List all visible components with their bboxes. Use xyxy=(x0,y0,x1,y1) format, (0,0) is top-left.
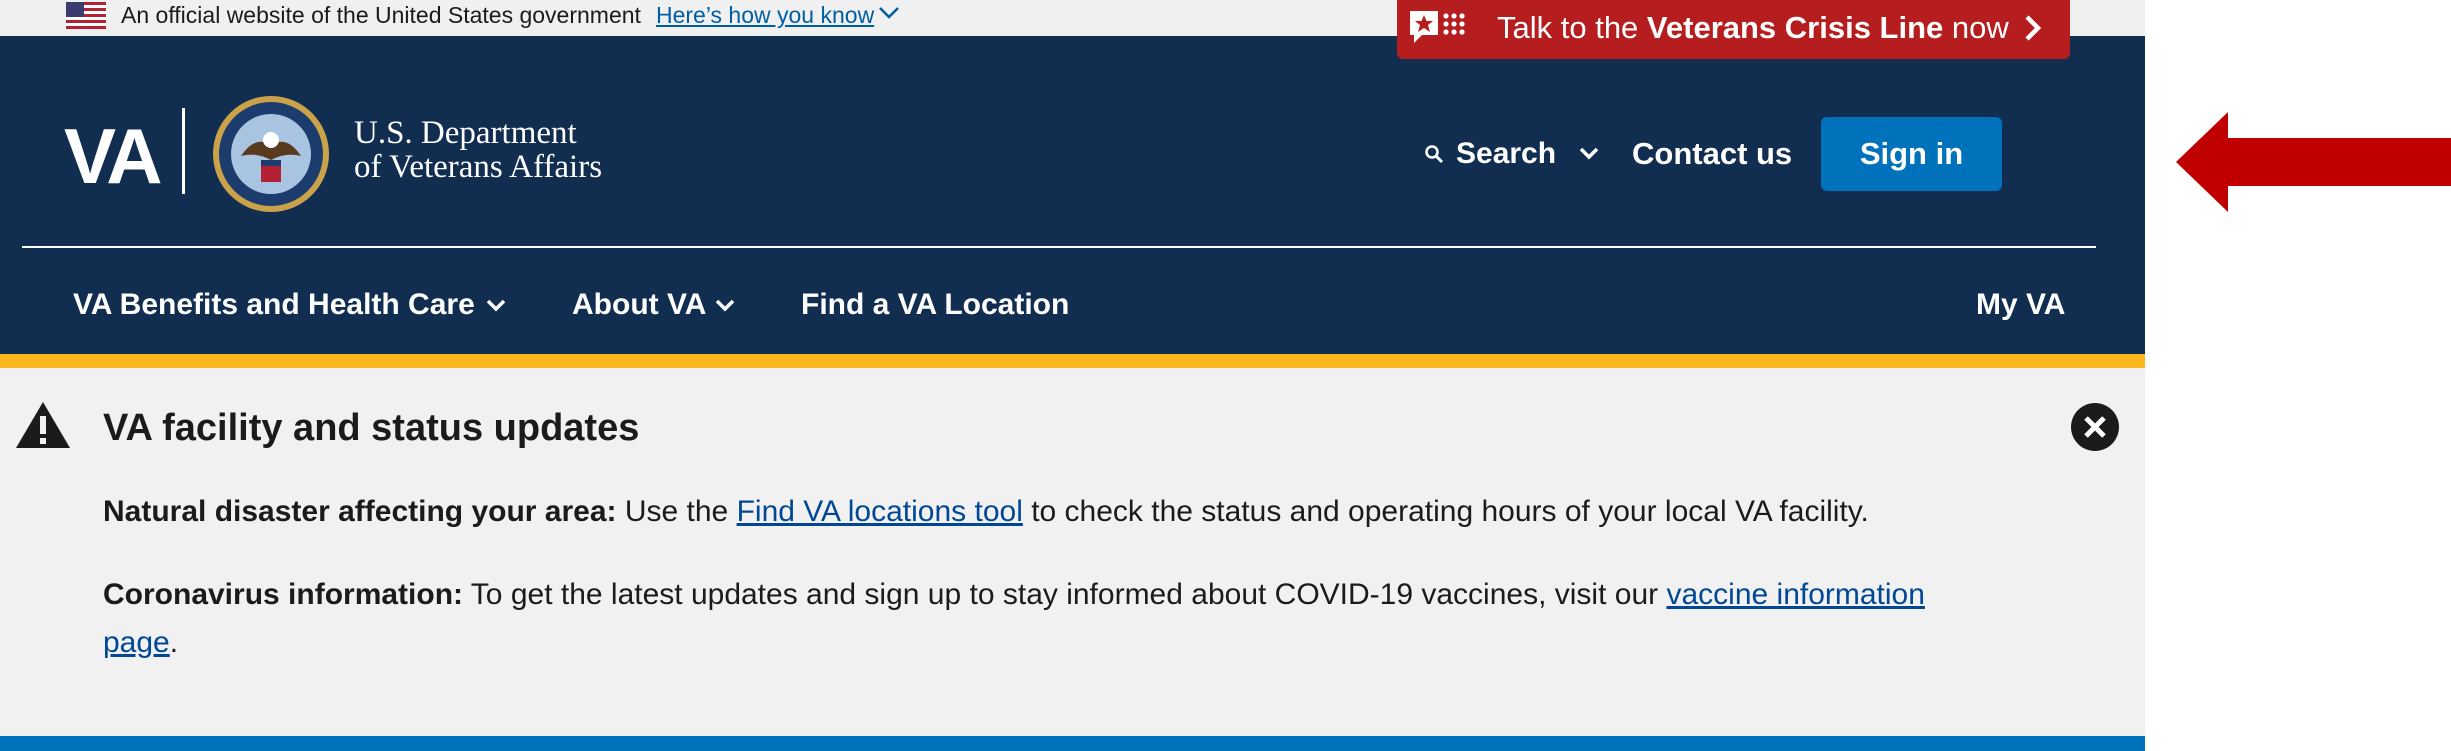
va-wordmark: VA xyxy=(64,112,163,200)
chevron-down-icon[interactable] xyxy=(1578,146,1600,162)
department-line-2: of Veterans Affairs xyxy=(354,149,603,185)
search-icon xyxy=(1425,145,1444,164)
close-icon[interactable] xyxy=(2070,402,2120,452)
header-gold-stripe xyxy=(0,354,2145,368)
crisis-line-text: Talk to the Veterans Crisis Line now xyxy=(1497,10,2009,46)
status-alert: VA facility and status updates Natural d… xyxy=(0,368,2145,736)
crisis-line-prefix: Talk to the xyxy=(1497,10,1647,45)
department-line-1: U.S. Department xyxy=(354,115,577,151)
va-logo[interactable]: VA U.S. Department of Veterans Affairs xyxy=(64,94,608,246)
find-va-locations-link[interactable]: Find VA locations tool xyxy=(737,495,1023,528)
chevron-down-icon[interactable] xyxy=(878,5,900,21)
department-name: U.S. Department of Veterans Affairs xyxy=(354,116,602,184)
bottom-blue-stripe xyxy=(0,736,2145,751)
nav-my-va[interactable]: My VA xyxy=(1976,285,2065,325)
logo-divider xyxy=(182,108,185,194)
chevron-down-icon xyxy=(715,299,735,312)
nav-item-label: Find a VA Location xyxy=(801,288,1070,321)
nav-item-label: My VA xyxy=(1976,288,2066,321)
search-button[interactable]: Search xyxy=(1424,134,1556,174)
sign-in-button[interactable]: Sign in xyxy=(1821,117,2002,191)
alert-disaster-text-post: to check the status and operating hours … xyxy=(1022,495,1869,528)
chevron-down-icon xyxy=(486,299,506,312)
site-header: VA U.S. Department of Veterans Affairs S… xyxy=(0,36,2145,354)
gov-banner-text: An official website of the United States… xyxy=(121,2,641,28)
alert-title: VA facility and status updates xyxy=(103,407,640,449)
nav-item-label: About VA xyxy=(572,288,707,321)
annotation-arrow-icon xyxy=(2176,112,2451,212)
warning-icon xyxy=(16,402,70,448)
alert-coronavirus-heading: Coronavirus information: xyxy=(103,578,464,611)
alert-coronavirus-text-pre: To get the latest updates and sign up to… xyxy=(463,578,1667,611)
nav-find-va-location[interactable]: Find a VA Location xyxy=(801,285,1069,325)
nav-about-va[interactable]: About VA xyxy=(572,285,740,325)
chevron-right-icon xyxy=(2025,15,2042,41)
page: An official website of the United States… xyxy=(0,0,2451,751)
va-seal-icon xyxy=(213,96,329,212)
nav-item-label: VA Benefits and Health Care xyxy=(73,288,475,321)
nav-benefits-health-care[interactable]: VA Benefits and Health Care xyxy=(73,285,509,325)
crisis-line-bold: Veterans Crisis Line xyxy=(1646,10,1944,45)
veterans-crisis-line-button[interactable]: Talk to the Veterans Crisis Line now xyxy=(1397,0,2070,59)
alert-disaster-heading: Natural disaster affecting your area: xyxy=(103,495,617,528)
header-divider xyxy=(22,246,2096,248)
contact-us-link[interactable]: Contact us xyxy=(1632,134,1792,174)
crisis-line-suffix: now xyxy=(1943,10,2009,45)
us-flag-icon xyxy=(66,2,106,29)
alert-paragraph-coronavirus: Coronavirus information: To get the late… xyxy=(103,571,1963,667)
heres-how-you-know-link[interactable]: Here’s how you know xyxy=(656,2,874,28)
alert-disaster-text-pre: Use the xyxy=(616,495,737,528)
crisis-line-icon xyxy=(1410,11,1465,43)
search-label: Search xyxy=(1456,137,1557,170)
alert-coronavirus-text-post: . xyxy=(169,626,179,659)
alert-paragraph-disaster: Natural disaster affecting your area: Us… xyxy=(103,488,1963,536)
